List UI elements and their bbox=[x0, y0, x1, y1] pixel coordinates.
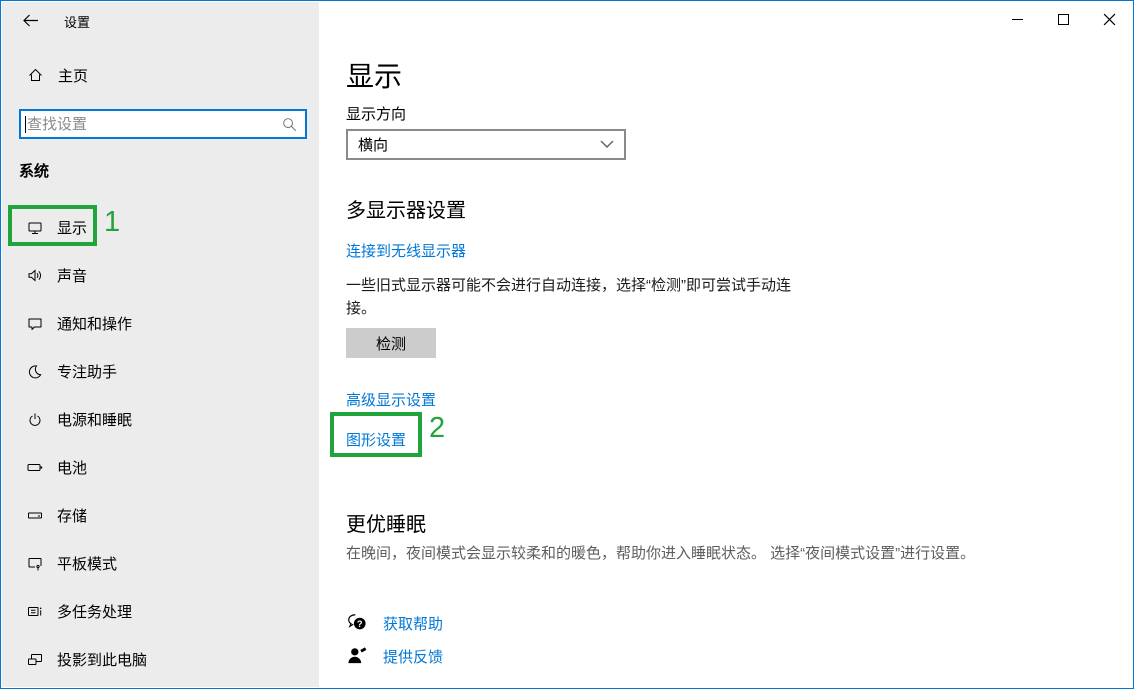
sidebar-item-label: 声音 bbox=[57, 265, 87, 286]
back-arrow-icon bbox=[22, 13, 39, 28]
sidebar-item-label: 专注助手 bbox=[57, 361, 117, 382]
advanced-display-link[interactable]: 高级显示设置 bbox=[346, 389, 436, 410]
svg-text:?: ? bbox=[357, 619, 363, 629]
app-title: 设置 bbox=[64, 12, 90, 31]
sidebar-item-label: 存储 bbox=[57, 505, 87, 526]
graphics-settings-link[interactable]: 图形设置 bbox=[346, 429, 406, 450]
multi-display-description: 一些旧式显示器可能不会进行自动连接，选择“检测”即可尝试手动连接。 bbox=[346, 274, 816, 320]
search-box[interactable] bbox=[19, 109, 307, 139]
power-icon bbox=[27, 411, 43, 427]
main-panel: 显示 显示方向 横向 多显示器设置 连接到无线显示器 一些旧式显示器可能不会进行… bbox=[319, 2, 1132, 687]
tablet-icon bbox=[27, 555, 43, 571]
sidebar-item-label: 主页 bbox=[58, 65, 88, 86]
close-icon bbox=[1103, 13, 1116, 26]
orientation-dropdown[interactable]: 横向 bbox=[346, 129, 626, 160]
get-help-link[interactable]: ? 获取帮助 bbox=[346, 612, 443, 634]
orientation-selected-value: 横向 bbox=[358, 134, 388, 155]
drive-icon bbox=[27, 507, 43, 523]
get-help-label: 获取帮助 bbox=[383, 613, 443, 634]
home-icon bbox=[27, 67, 44, 83]
chat-bubble-icon bbox=[27, 315, 43, 331]
sidebar-item-battery[interactable]: 电池 bbox=[2, 443, 319, 491]
sidebar-item-home[interactable]: 主页 bbox=[2, 58, 319, 92]
sleep-better-heading: 更优睡眠 bbox=[346, 508, 426, 537]
sidebar-item-sound[interactable]: 声音 bbox=[2, 251, 319, 299]
give-feedback-link[interactable]: 提供反馈 bbox=[346, 645, 443, 667]
feedback-person-icon bbox=[346, 645, 368, 667]
minimize-icon bbox=[1012, 19, 1023, 20]
sidebar-item-multitasking[interactable]: 多任务处理 bbox=[2, 587, 319, 635]
project-icon bbox=[27, 651, 43, 667]
settings-window: 设置 主页 系统 显示 bbox=[0, 0, 1134, 689]
minimize-button[interactable] bbox=[994, 2, 1040, 36]
back-button[interactable] bbox=[16, 8, 44, 32]
sidebar-item-projecting[interactable]: 投影到此电脑 bbox=[2, 635, 319, 683]
sidebar: 设置 主页 系统 显示 bbox=[2, 2, 319, 687]
maximize-button[interactable] bbox=[1040, 2, 1086, 36]
sidebar-item-label: 电池 bbox=[57, 457, 87, 478]
give-feedback-label: 提供反馈 bbox=[383, 646, 443, 667]
sidebar-item-label: 平板模式 bbox=[57, 553, 117, 574]
search-icon[interactable] bbox=[282, 117, 297, 132]
multi-display-heading: 多显示器设置 bbox=[346, 194, 466, 223]
crescent-moon-icon bbox=[27, 363, 43, 379]
sidebar-item-power-sleep[interactable]: 电源和睡眠 bbox=[2, 395, 319, 443]
sidebar-section-system: 系统 bbox=[19, 160, 49, 181]
search-input[interactable] bbox=[26, 116, 282, 133]
close-button[interactable] bbox=[1086, 2, 1132, 36]
window-controls bbox=[994, 2, 1132, 36]
monitor-icon bbox=[27, 219, 43, 235]
sidebar-item-focus-assist[interactable]: 专注助手 bbox=[2, 347, 319, 395]
sidebar-item-label: 电源和睡眠 bbox=[57, 409, 132, 430]
sidebar-item-storage[interactable]: 存储 bbox=[2, 491, 319, 539]
speaker-icon bbox=[27, 267, 43, 283]
page-title: 显示 bbox=[346, 55, 402, 95]
sidebar-item-display[interactable]: 显示 bbox=[2, 203, 319, 251]
sidebar-item-notifications[interactable]: 通知和操作 bbox=[2, 299, 319, 347]
help-bubble-icon: ? bbox=[346, 612, 368, 634]
sleep-better-description: 在晚间，夜间模式会显示较柔和的暖色，帮助你进入睡眠状态。 选择“夜间模式设置”进… bbox=[346, 542, 1006, 565]
sidebar-item-label: 显示 bbox=[57, 217, 87, 238]
battery-icon bbox=[27, 459, 43, 475]
sidebar-item-tablet-mode[interactable]: 平板模式 bbox=[2, 539, 319, 587]
chevron-down-icon bbox=[600, 140, 614, 149]
orientation-label: 显示方向 bbox=[346, 103, 406, 124]
sidebar-nav: 显示 声音 通知和操作 专注助手 bbox=[2, 203, 319, 683]
detect-button[interactable]: 检测 bbox=[346, 328, 436, 358]
multitask-icon bbox=[27, 603, 43, 619]
sidebar-item-label: 多任务处理 bbox=[57, 601, 132, 622]
sidebar-item-label: 投影到此电脑 bbox=[57, 649, 147, 670]
sidebar-item-label: 通知和操作 bbox=[57, 313, 132, 334]
wireless-display-link[interactable]: 连接到无线显示器 bbox=[346, 240, 466, 261]
maximize-icon bbox=[1058, 14, 1069, 25]
